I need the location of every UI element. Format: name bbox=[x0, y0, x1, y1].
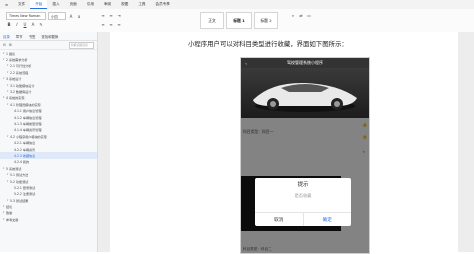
collapse-icon[interactable]: ⊟ bbox=[3, 43, 6, 47]
align-right-icon[interactable]: ≡ bbox=[116, 21, 122, 27]
app-menu-icon[interactable]: ≡ bbox=[0, 0, 13, 9]
outline-item-label: 3 系统设计 bbox=[6, 77, 22, 82]
nav-tab-chapters[interactable]: 章节 bbox=[13, 34, 26, 39]
align-center-icon[interactable]: ≡ bbox=[108, 21, 114, 27]
outline-item-label: 2.2 系统流程 bbox=[10, 70, 29, 75]
phone-screenshot: ‹ 驾校管理系统小程序 科目类型：科目一 👍 👎 ★ 科目类型：科目二 提示 是… bbox=[240, 57, 370, 254]
ribbon-toolbar: Times New Roman 小四 A a B I U A ✎ ≡ ≡ ⇥ ≡… bbox=[0, 9, 474, 33]
select-icon[interactable]: ▭ bbox=[306, 12, 312, 18]
font-name-value: Times New Roman bbox=[9, 14, 41, 18]
outline-item-label: 4.2 小程序用户模块的实现 bbox=[10, 134, 47, 139]
outline-item-label: 2 系统需求分析 bbox=[6, 58, 28, 63]
car-illustration bbox=[253, 82, 357, 112]
nav-tabs: 目录 章节 书签 查找和替换 bbox=[0, 32, 97, 41]
outline-item-label: 5 系统测试 bbox=[6, 166, 22, 171]
bullets-icon[interactable]: ≡ bbox=[100, 12, 106, 18]
outline-item-label: 4.2.1 车辆信息 bbox=[14, 141, 36, 146]
back-arrow-icon: ‹ bbox=[245, 60, 247, 66]
outline-item-label: 参考文献 bbox=[6, 217, 19, 222]
style-normal-label: 正文 bbox=[208, 17, 216, 23]
indent-icon[interactable]: ⇥ bbox=[116, 12, 122, 18]
style-heading1[interactable]: 标题 1 bbox=[226, 12, 252, 29]
navigation-pane: 目录 章节 书签 查找和替换 ⊟ ⊞ 智能识别目录 ▾ 1 绪论 ▾ 2 系统需求分析… bbox=[0, 32, 98, 252]
numbering-icon[interactable]: ≡ bbox=[108, 12, 114, 18]
font-size-select[interactable]: 小四 bbox=[48, 12, 66, 20]
style-normal[interactable]: 正文 bbox=[200, 12, 224, 29]
outline-item-label: 3.2 数据库设计 bbox=[10, 90, 32, 95]
confirm-dialog: 提示 是否收藏 取消 确定 bbox=[255, 178, 351, 226]
outline-item-label: 2.1 可行性分析 bbox=[10, 64, 32, 69]
outline-item-label: 结论 bbox=[6, 205, 13, 210]
paragraph-group: ≡ ≡ ⇥ bbox=[100, 12, 122, 18]
outline-item-label: 4.1 管理员模块的实现 bbox=[10, 102, 41, 107]
title-bar: ≡ 文件 开始 插入 页面 引用 审阅 视图 工具 会员专享 bbox=[0, 0, 474, 9]
confirm-button[interactable]: 确定 bbox=[304, 213, 352, 226]
align-left-icon[interactable]: ≡ bbox=[100, 21, 106, 27]
font-group: Times New Roman 小四 A a bbox=[6, 12, 82, 20]
phone-header: ‹ 驾校管理系统小程序 bbox=[241, 58, 369, 68]
outline-item-label: 4.2.3 收藏信息 bbox=[14, 153, 36, 158]
style-heading2[interactable]: 标题 2 bbox=[254, 12, 278, 29]
menu-tab[interactable]: 工具 bbox=[133, 0, 150, 9]
outline-item-label: 致谢 bbox=[6, 211, 13, 216]
find-icon[interactable]: ⌕ bbox=[290, 12, 296, 18]
font-size-value: 小四 bbox=[51, 14, 58, 19]
bold-icon[interactable]: B bbox=[6, 21, 12, 27]
outline-item-label: 4.1.1 用户信息管理 bbox=[14, 109, 42, 114]
outline-item-label: 1 绪论 bbox=[6, 51, 16, 56]
highlight-icon[interactable]: ✎ bbox=[38, 21, 44, 27]
outline-item-label: 4.2.4 我的 bbox=[14, 160, 30, 165]
format-group: B I U A ✎ bbox=[6, 21, 44, 27]
menu-tab[interactable]: 视图 bbox=[116, 0, 133, 9]
dialog-buttons: 取消 确定 bbox=[255, 212, 351, 226]
outline-item-label: 4 系统的实现 bbox=[6, 96, 25, 101]
menu-tab[interactable]: 文件 bbox=[13, 0, 30, 9]
car-banner-image bbox=[241, 68, 369, 118]
italic-icon[interactable]: I bbox=[14, 21, 20, 27]
outline-item-label: 5.2 功能测试 bbox=[10, 179, 29, 184]
menu-tab[interactable]: 插入 bbox=[47, 0, 64, 9]
outline-item-label: 5.2.2 注册测试 bbox=[14, 192, 36, 197]
outline-item-label: 3.1 功能模块设计 bbox=[10, 83, 35, 88]
smart-toc-button[interactable]: 智能识别目录 bbox=[69, 41, 94, 49]
edit-group: ⌕ ⇄ ▭ bbox=[290, 12, 312, 18]
outline-item-label: 4.1.3 车辆类型管理 bbox=[14, 121, 42, 126]
phone-header-title: 驾校管理系统小程序 bbox=[287, 60, 323, 65]
menu-tab[interactable]: 开始 bbox=[30, 0, 48, 9]
nav-tab-find[interactable]: 查找和替换 bbox=[38, 34, 61, 39]
document-area: 小程序用户可以对科目类型进行收藏，界面如下图所示： ‹ 驾校管理系统小程序 科目… bbox=[98, 32, 474, 254]
grow-font-icon[interactable]: A bbox=[68, 13, 74, 19]
menu-tab[interactable]: 页面 bbox=[65, 0, 82, 9]
font-name-select[interactable]: Times New Roman bbox=[6, 12, 46, 20]
menu-tab[interactable]: 会员专享 bbox=[151, 0, 175, 9]
body-paragraph: 小程序用户可以对科目类型进行收藏，界面如下图所示： bbox=[188, 40, 348, 48]
style-heading2-label: 标题 2 bbox=[260, 17, 272, 23]
outline-item-label: 5.2.1 登录测试 bbox=[14, 185, 36, 190]
nav-tools: ⊟ ⊞ 智能识别目录 bbox=[0, 41, 97, 50]
style-heading1-label: 标题 1 bbox=[233, 17, 245, 23]
outline-list: ▾ 1 绪论 ▾ 2 系统需求分析 ▾ 2.1 可行性分析 ▾ 2.2 系统流程 ▾ 3 系统设计… bbox=[0, 50, 97, 223]
menu-tab[interactable]: 引用 bbox=[82, 0, 99, 9]
document-page[interactable]: 小程序用户可以对科目类型进行收藏，界面如下图所示： ‹ 驾校管理系统小程序 科目… bbox=[110, 32, 458, 254]
expand-icon[interactable]: ⊞ bbox=[9, 43, 12, 47]
dialog-message: 是否收藏 bbox=[294, 193, 312, 198]
outline-item-label: 4.2.2 车辆资讯 bbox=[14, 147, 36, 152]
align-group: ≡ ≡ ≡ bbox=[100, 21, 122, 27]
outline-item[interactable]: ▾ 参考文献 bbox=[0, 216, 97, 222]
cancel-button[interactable]: 取消 bbox=[255, 213, 304, 226]
menu-tab[interactable]: 审阅 bbox=[99, 0, 116, 9]
underline-icon[interactable]: U bbox=[22, 21, 28, 27]
dialog-title: 提示 bbox=[297, 181, 309, 188]
nav-tab-toc[interactable]: 目录 bbox=[0, 34, 13, 39]
shrink-font-icon[interactable]: a bbox=[76, 13, 82, 19]
outline-item-label: 5.1 测试方法 bbox=[10, 173, 29, 178]
replace-icon[interactable]: ⇄ bbox=[298, 12, 304, 18]
outline-item-label: 4.1.4 车辆资讯管理 bbox=[14, 128, 42, 133]
nav-tab-bookmarks[interactable]: 书签 bbox=[26, 34, 39, 39]
outline-item-label: 5.3 测试结果 bbox=[10, 198, 29, 203]
font-color-icon[interactable]: A bbox=[30, 21, 36, 27]
outline-item-label: 4.1.2 车辆信息管理 bbox=[14, 115, 42, 120]
